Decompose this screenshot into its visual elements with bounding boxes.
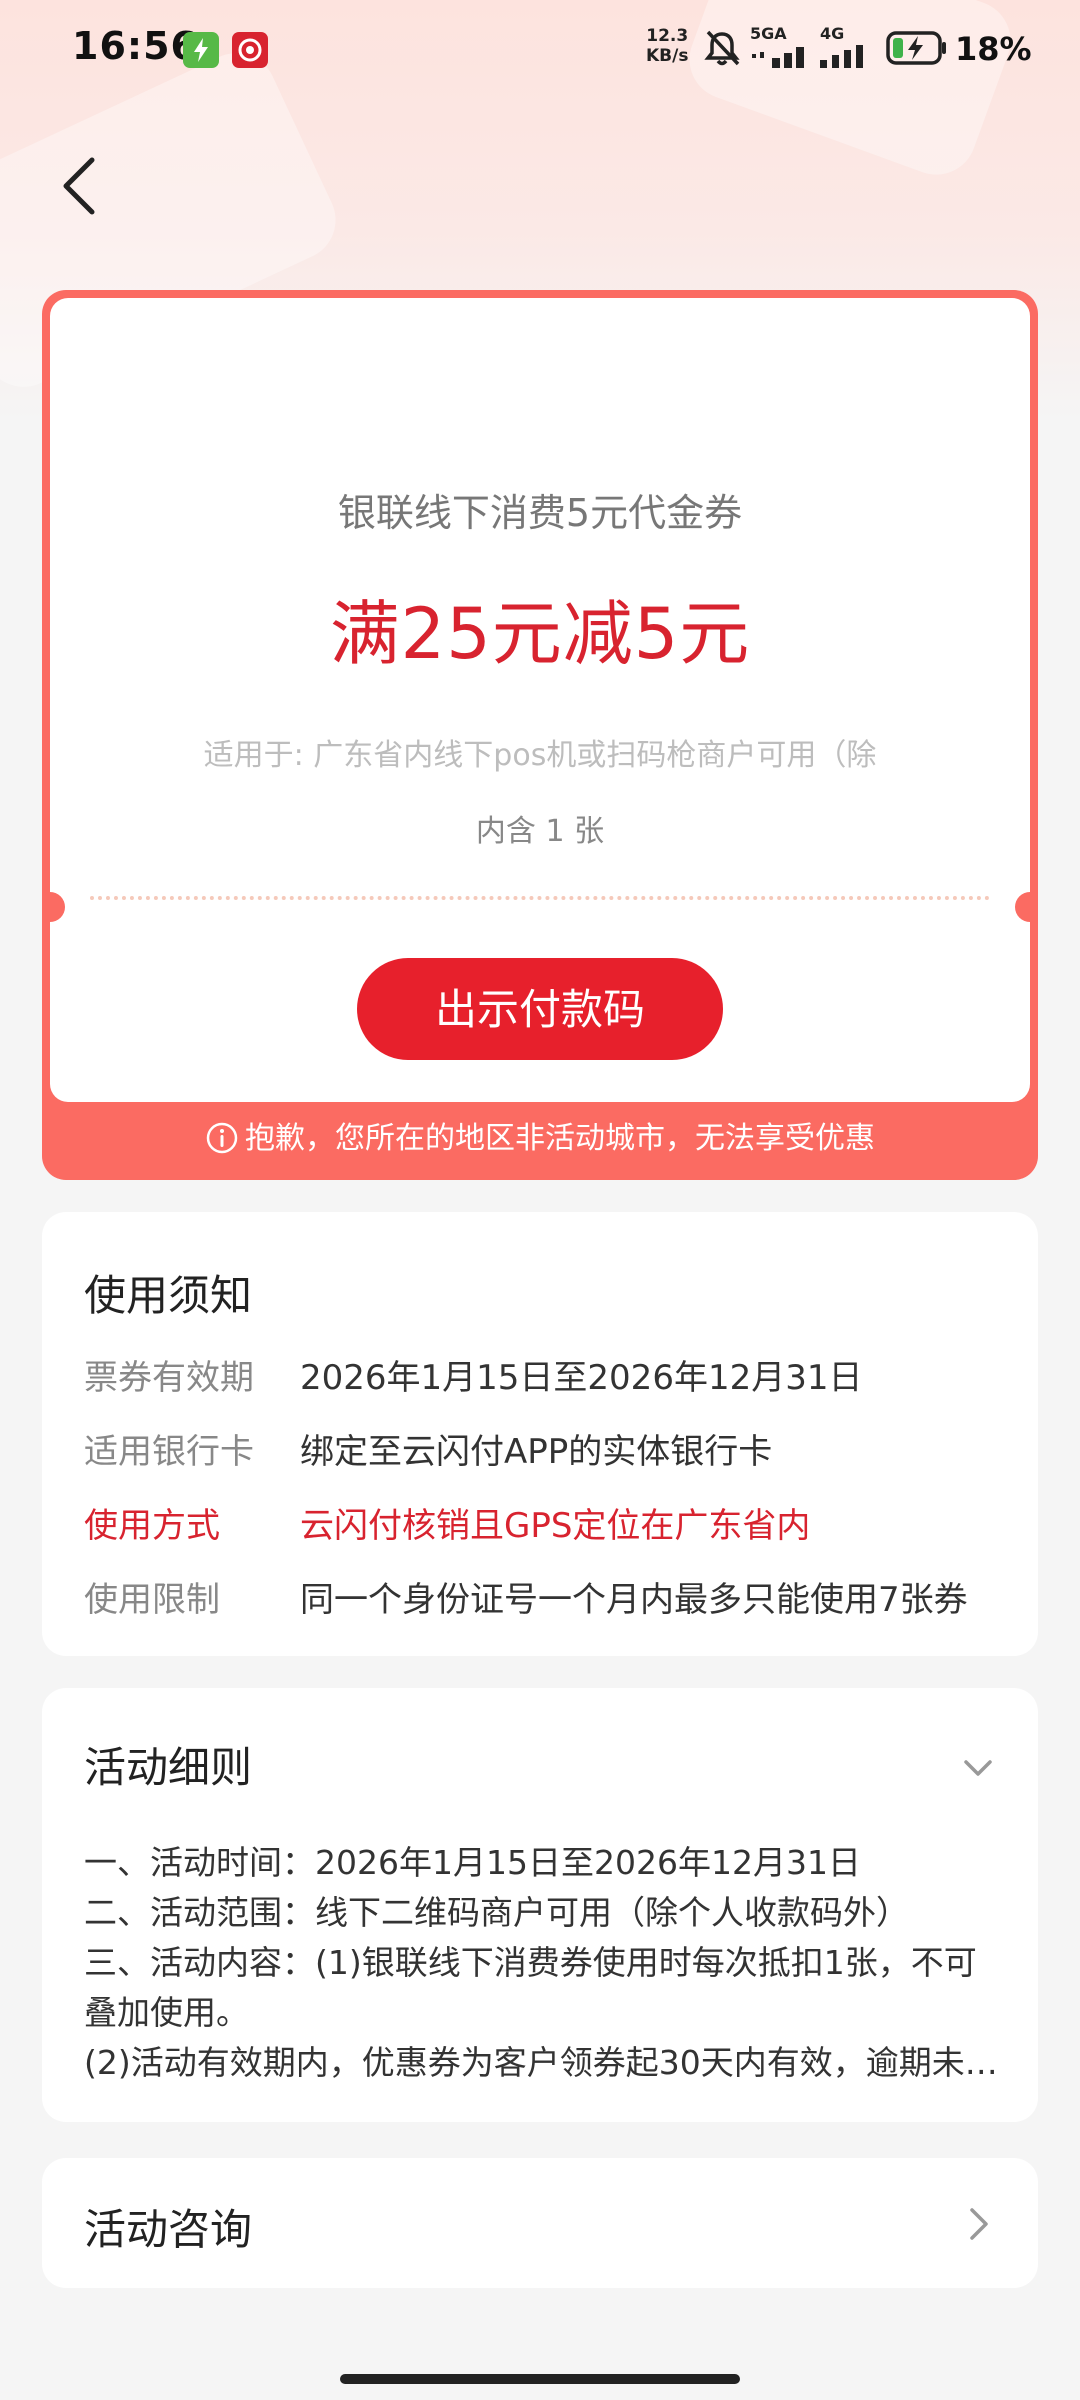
notice-row-bank-card: 适用银行卡 绑定至云闪付APP的实体银行卡 — [84, 1424, 772, 1473]
home-indicator[interactable] — [340, 2374, 740, 2384]
notice-row-usage-limit: 使用限制 同一个身份证号一个月内最多只能使用7张券 — [84, 1572, 968, 1621]
region-warning: 抱歉，您所在的地区非活动城市，无法享受优惠 — [42, 1112, 1038, 1166]
show-payment-code-button[interactable]: 出示付款码 — [357, 958, 723, 1060]
rule-line: 叠加使用。 — [84, 1993, 249, 2032]
rule-line: 三、活动内容：(1)银联线下消费券使用时每次抵扣1张，不可 — [84, 1943, 977, 1982]
coupon-divider — [90, 896, 990, 900]
coupon-name: 银联线下消费5元代金券 — [337, 491, 743, 535]
network-speed: 12.3 KB/s — [646, 26, 688, 66]
charging-app-icon — [183, 32, 219, 68]
status-bar: 16:56 12.3 KB/s 5GA 4G 18% — [0, 0, 1080, 100]
region-warning-text: 抱歉，您所在的地区非活动城市，无法享受优惠 — [245, 1121, 875, 1156]
unionpay-app-icon — [232, 32, 268, 68]
mute-bell-icon — [704, 30, 740, 66]
rule-line: 二、活动范围：线下二维码商户可用（除个人收款码外） — [84, 1893, 909, 1932]
usage-notice-card: 使用须知 票券有效期 2026年1月15日至2026年12月31日 适用银行卡 绑定… — [42, 1212, 1038, 1656]
coupon-notch-left — [50, 892, 65, 922]
status-time: 16:56 — [72, 24, 198, 68]
chevron-right-icon[interactable] — [960, 2204, 996, 2244]
coupon-notch-right — [1015, 892, 1030, 922]
coupon-card: 银联线下消费5元代金券 满25元减5元 适用于: 广东省内线下pos机或扫码枪商… — [42, 290, 1038, 1180]
signal-4g-icon: 4G — [818, 24, 878, 72]
notice-value: 同一个身份证号一个月内最多只能使用7张券 — [300, 1580, 968, 1620]
network-speed-unit: KB/s — [646, 46, 689, 66]
battery-percent: 18% — [955, 30, 1032, 68]
activity-rules-card[interactable]: 活动细则 一、活动时间：2026年1月15日至2026年12月31日 二、活动范… — [42, 1688, 1038, 2122]
coupon-amount: 满25元减5元 — [329, 593, 751, 675]
activity-rules-title: 活动细则 — [84, 1743, 253, 1792]
coupon-scope: 适用于: 广东省内线下pos机或扫码枪商户可用（除 — [203, 738, 877, 773]
rule-line: (2)活动有效期内，优惠券为客户领券起30天内有效，逾期未使用将作废 — [84, 2043, 1004, 2082]
notice-label: 票券有效期 — [84, 1358, 254, 1398]
signal-4g-label: 4G — [820, 24, 845, 43]
notice-value: 云闪付核销且GPS定位在广东省内 — [300, 1506, 811, 1546]
notice-label: 使用方式 — [84, 1506, 220, 1546]
notice-label: 适用银行卡 — [84, 1432, 254, 1472]
chevron-down-icon[interactable] — [960, 1750, 996, 1786]
network-speed-value: 12.3 — [646, 26, 689, 46]
notice-row-usage-method: 使用方式 云闪付核销且GPS定位在广东省内 — [84, 1498, 810, 1547]
notice-value: 绑定至云闪付APP的实体银行卡 — [300, 1432, 773, 1472]
rule-line: 一、活动时间：2026年1月15日至2026年12月31日 — [84, 1843, 861, 1882]
notice-value: 2026年1月15日至2026年12月31日 — [300, 1358, 863, 1398]
signal-5ga-icon: 5GA — [750, 24, 812, 72]
back-button[interactable] — [50, 150, 110, 222]
coupon-count: 内含 1 张 — [475, 814, 605, 849]
notice-row-validity: 票券有效期 2026年1月15日至2026年12月31日 — [84, 1350, 862, 1399]
chevron-left-icon — [63, 157, 95, 215]
notice-label: 使用限制 — [84, 1580, 220, 1620]
activity-consult-title: 活动咨询 — [84, 2205, 253, 2254]
info-circle-icon — [206, 1122, 238, 1153]
signal-5ga-label: 5GA — [750, 24, 787, 43]
usage-notice-title: 使用须知 — [84, 1271, 253, 1320]
coupon-body: 银联线下消费5元代金券 满25元减5元 适用于: 广东省内线下pos机或扫码枪商… — [50, 298, 1030, 1102]
activity-consult-card[interactable]: 活动咨询 — [42, 2158, 1038, 2288]
battery-charging-icon — [886, 31, 946, 65]
